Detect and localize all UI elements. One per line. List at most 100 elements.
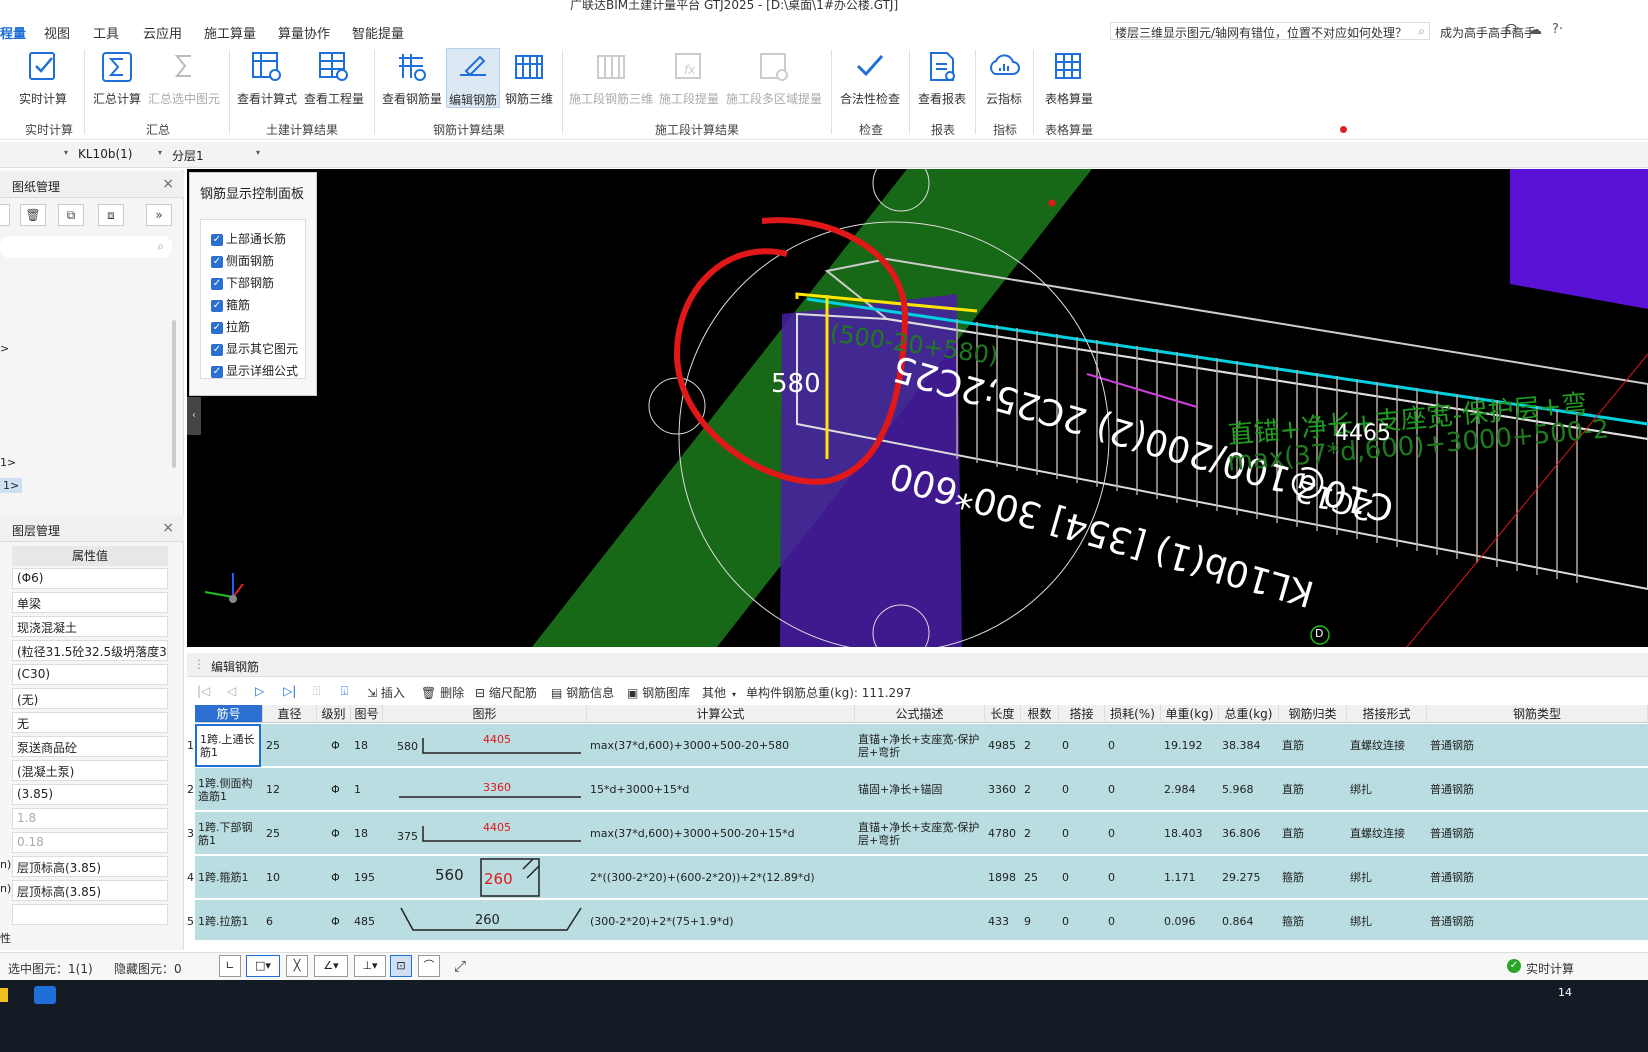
property-value[interactable]: 0.18	[12, 832, 168, 853]
cell-cat[interactable]: 箍筋	[1279, 900, 1347, 940]
cell-fig[interactable]: 1	[351, 768, 383, 811]
cell-cat[interactable]: 箍筋	[1279, 856, 1347, 899]
cell-type[interactable]: 普通钢筋	[1427, 768, 1648, 811]
cell-type[interactable]: 普通钢筋	[1427, 724, 1648, 767]
col-header[interactable]: 损耗(%)	[1105, 705, 1161, 723]
col-header[interactable]: 计算公式	[587, 705, 855, 723]
delete-icon[interactable]: 🗑	[20, 204, 46, 226]
cell-shape[interactable]: 260	[383, 900, 587, 940]
tree-item-selected[interactable]: 1>	[0, 478, 23, 493]
cell-name[interactable]: 1跨.上通长筋1	[195, 724, 261, 767]
type-dropdown[interactable]: ▾	[0, 146, 72, 164]
view-formula-button[interactable]: 查看计算式	[236, 48, 298, 108]
curve-icon[interactable]: ⌒	[418, 955, 440, 977]
cell-shape[interactable]: 375 4405	[383, 812, 587, 855]
cell-dia[interactable]: 12	[263, 768, 317, 811]
cell-cat[interactable]: 直筋	[1279, 724, 1347, 767]
cell-loss[interactable]: 0	[1105, 724, 1161, 767]
col-header[interactable]: 图形	[383, 705, 587, 723]
property-value[interactable]: 单梁	[12, 592, 168, 613]
prev-icon[interactable]: ◁	[227, 684, 236, 698]
cell-grade[interactable]: Φ	[317, 724, 351, 767]
tree-item[interactable]: >	[0, 342, 9, 355]
col-header[interactable]: 级别	[317, 705, 351, 723]
drag-handle-icon[interactable]: ⋮	[193, 657, 205, 671]
angle-icon[interactable]: ∠▾	[314, 955, 348, 977]
copy-icon[interactable]: ⧉	[58, 204, 84, 226]
cell-desc[interactable]	[855, 856, 985, 899]
cell-grade[interactable]: Φ	[317, 900, 351, 940]
close-icon[interactable]: ×	[162, 176, 174, 192]
table-row[interactable]: 2 1跨.侧面构造筋1 12 Φ 1 3360 15*d+3000+15*d 锚…	[187, 768, 1648, 811]
cell-lap-type[interactable]: 直螺纹连接	[1347, 812, 1427, 855]
cell-dia[interactable]: 25	[263, 724, 317, 767]
help-search-input[interactable]: 楼层三维显示图元/轴网有错位，位置不对应如何处理？ ⌕	[1110, 22, 1430, 40]
col-header[interactable]: 筋号	[195, 705, 263, 723]
menu-quantity-active[interactable]: 程量	[0, 23, 26, 42]
cell-type[interactable]: 普通钢筋	[1427, 812, 1648, 855]
cell-grade[interactable]: Φ	[317, 856, 351, 899]
cell-name[interactable]: 1跨.拉筋1	[195, 900, 263, 940]
property-value[interactable]: 泵送商品砼	[12, 736, 168, 757]
user-text[interactable]: 成为高手高手高手	[1440, 24, 1536, 41]
cell-unit[interactable]: 1.171	[1161, 856, 1219, 899]
option-other-elements[interactable]: ✓ 显示其它图元	[211, 340, 298, 357]
cell-name[interactable]: 1跨.侧面构造筋1	[195, 768, 263, 811]
cell-count[interactable]: 2	[1021, 812, 1059, 855]
cell-loss[interactable]: 0	[1105, 768, 1161, 811]
cell-count[interactable]: 2	[1021, 724, 1059, 767]
cell-lap[interactable]: 0	[1059, 856, 1105, 899]
cell-formula[interactable]: 2*((300-2*20)+(600-2*20))+2*(12.89*d)	[587, 856, 855, 899]
scale-rebar-button[interactable]: ⊟ 缩尺配筋	[475, 684, 537, 701]
cell-count[interactable]: 25	[1021, 856, 1059, 899]
rebar-3d-button[interactable]: 钢筋三维	[503, 48, 555, 108]
cell-type[interactable]: 普通钢筋	[1427, 856, 1648, 899]
property-value[interactable]: (混凝土泵)	[12, 760, 168, 781]
select-mode-icon[interactable]: □▾	[246, 955, 280, 977]
col-header[interactable]: 直径(mm)	[263, 705, 317, 739]
option-tie[interactable]: ✓ 拉筋	[211, 318, 250, 335]
help-icon[interactable]: ?·	[1552, 22, 1563, 37]
delete-button[interactable]: 🗑 删除	[421, 684, 464, 701]
table-row[interactable]: 5 1跨.拉筋1 6 Φ 485 260 (300-2*20)+2*(75+1.…	[187, 900, 1648, 940]
element-dropdown[interactable]: KL10b(1) ▾	[74, 146, 166, 164]
cell-formula[interactable]: (300-2*20)+2*(75+1.9*d)	[587, 900, 855, 940]
cloud-index-button[interactable]: 云指标	[980, 48, 1028, 108]
sum-calc-button[interactable]: 汇总计算	[90, 48, 144, 108]
cell-fig[interactable]: 18	[351, 812, 383, 855]
view-quantity-button[interactable]: 查看工程量	[303, 48, 365, 108]
cell-lap-type[interactable]: 绑扎	[1347, 856, 1427, 899]
cell-formula[interactable]: max(37*d,600)+3000+500-20+15*d	[587, 812, 855, 855]
dimension-icon[interactable]: ⊥▾	[354, 955, 386, 977]
ortho-snap-icon[interactable]: ∟	[219, 955, 241, 977]
3d-viewport[interactable]: 580 (500-20+580) KL10b(1) [354] 300*600 …	[187, 169, 1648, 647]
headset-icon[interactable]: ☊	[1505, 22, 1517, 38]
cell-total[interactable]: 0.864	[1219, 900, 1279, 940]
rebar-library-button[interactable]: ▣ 钢筋图库	[627, 684, 690, 701]
cell-grade[interactable]: Φ	[317, 768, 351, 811]
cell-dia[interactable]: 25	[263, 812, 317, 855]
drawing-search-input[interactable]: ⌕	[0, 236, 172, 258]
cell-lap[interactable]: 0	[1059, 724, 1105, 767]
app-taskbar-icon[interactable]	[34, 986, 56, 1004]
view-report-button[interactable]: 查看报表	[914, 48, 970, 108]
table-calc-button[interactable]: 表格算量	[1038, 48, 1100, 108]
cell-lap-type[interactable]: 绑扎	[1347, 900, 1427, 940]
property-value[interactable]: 现浇混凝土	[12, 616, 168, 637]
cell-shape[interactable]: 580 4405	[383, 724, 587, 767]
cell-dia[interactable]: 6	[263, 900, 317, 940]
cell-loss[interactable]: 0	[1105, 812, 1161, 855]
property-value[interactable]: 无	[12, 712, 168, 733]
col-header[interactable]: 根数	[1021, 705, 1059, 723]
col-header[interactable]: 图号	[351, 705, 383, 723]
cell-lap[interactable]: 0	[1059, 812, 1105, 855]
property-value[interactable]: 层顶标高(3.85)	[12, 856, 168, 877]
stage-rebar-3d-button[interactable]: 施工段钢筋三维	[568, 48, 654, 108]
viewport-collapse-handle[interactable]: ‹	[187, 397, 201, 435]
property-value[interactable]: (无)	[12, 688, 168, 709]
cell-total[interactable]: 36.806	[1219, 812, 1279, 855]
start-icon[interactable]	[0, 988, 8, 1002]
cell-grade[interactable]: Φ	[317, 812, 351, 855]
menu-smart[interactable]: 智能提量	[352, 23, 404, 42]
insert-button[interactable]: ⇲ 插入	[367, 684, 405, 701]
